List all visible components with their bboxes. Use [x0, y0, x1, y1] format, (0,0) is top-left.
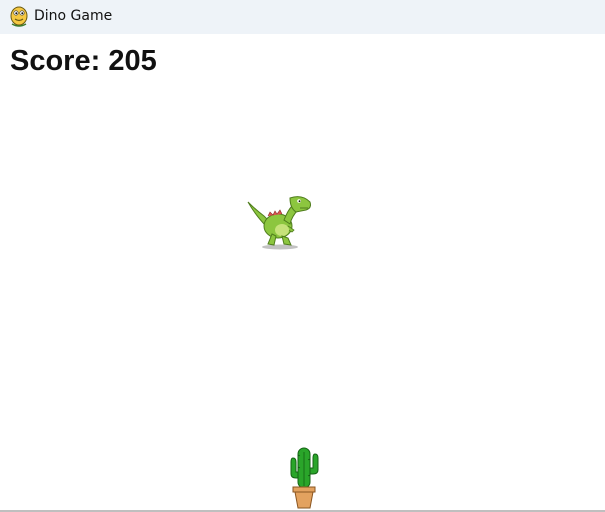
- title-bar[interactable]: Dino Game: [0, 0, 605, 34]
- dinosaur-sprite: [247, 196, 311, 250]
- score-label: Score:: [10, 45, 101, 77]
- cactus-in-pot-sprite: [290, 447, 319, 509]
- score-value: 205: [108, 45, 157, 77]
- python-snake-icon: [10, 6, 28, 27]
- game-canvas[interactable]: Score: 205: [0, 34, 605, 512]
- score-display: Score: 205: [10, 44, 157, 78]
- window-title: Dino Game: [34, 8, 113, 24]
- game-window: Dino Game Score: 205: [0, 0, 605, 512]
